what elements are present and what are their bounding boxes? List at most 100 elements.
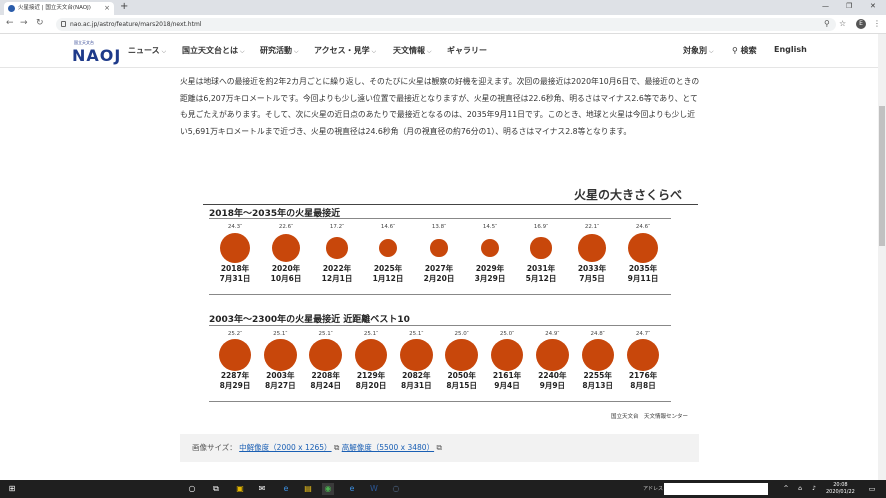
clock-date: 2020/01/22 — [826, 489, 855, 495]
zoom-icon[interactable]: ⚲ — [824, 19, 830, 28]
menu-gallery[interactable]: ギャラリー — [447, 45, 487, 56]
clock[interactable]: 20:08 2020/01/22 — [826, 482, 855, 496]
approach-month-day: 1月12日 — [372, 274, 404, 283]
word-icon[interactable]: W — [368, 483, 380, 495]
network-icon[interactable]: ⌂ — [794, 483, 806, 495]
taskbar-address-input[interactable] — [664, 483, 768, 495]
diameter-label: 24.8″ — [590, 331, 605, 337]
approach-month-day: 8月27日 — [265, 381, 296, 390]
approach-month-day: 7月31日 — [219, 274, 251, 283]
approach-year: 2208年 — [311, 371, 340, 380]
windows-start-icon[interactable]: ⊞ — [6, 483, 18, 495]
chrome-icon[interactable]: ◉ — [322, 483, 334, 495]
english-link[interactable]: English — [774, 45, 807, 54]
clock-time: 20:08 — [833, 482, 848, 488]
mars-disk — [530, 237, 552, 259]
high-res-link[interactable]: 高解像度（5500 x 3480） — [342, 443, 434, 452]
image-size-box: 画像サイズ： 中解像度（2000 x 1265） ⧉ 高解像度（5500 x 3… — [180, 434, 699, 462]
external-link-icon: ⧉ — [436, 443, 442, 452]
mars-disk — [400, 338, 433, 372]
mars-disk — [480, 238, 500, 258]
approach-date: 2050年 8月15日 — [440, 371, 484, 391]
mars-disk — [445, 338, 478, 372]
approach-year: 2176年 — [628, 371, 658, 380]
approach-date: 2255年 8月13日 — [576, 371, 620, 391]
approach-date: 2033年 7月5日 — [570, 264, 614, 284]
minimize-button[interactable]: — — [822, 2, 829, 10]
tab-title: 火星接近 | 国立天文台(NAOJ) — [18, 5, 91, 11]
notification-icon[interactable]: ▭ — [866, 483, 878, 495]
approach-year: 2255年 — [583, 371, 612, 380]
taskbar-search-icon[interactable]: ○ — [186, 483, 198, 495]
approach-date: 2027年 2月20日 — [417, 264, 461, 284]
menu-access[interactable]: アクセス・見学 ⌵ — [314, 45, 376, 56]
menu-kebab-icon[interactable]: ⋮ — [873, 19, 881, 28]
browser-tab[interactable]: 火星接近 | 国立天文台(NAOJ) × — [4, 2, 114, 15]
taskbar-address-label: アドレス — [643, 486, 664, 492]
explorer-icon[interactable]: ▤ — [302, 483, 314, 495]
url-input[interactable]: nao.ac.jp/astro/feature/mars2018/next.ht… — [56, 18, 836, 31]
approach-month-day: 8月13日 — [582, 381, 613, 390]
approach-month-day: 9月11日 — [627, 274, 659, 283]
mid-res-link[interactable]: 中解像度（2000 x 1265） — [239, 443, 331, 452]
maximize-button[interactable]: ❐ — [846, 2, 852, 10]
address-bar-row: ← → ↻ nao.ac.jp/astro/feature/mars2018/n… — [0, 15, 886, 34]
tab-strip: 火星接近 | 国立天文台(NAOJ) × + — ❐ ✕ — [0, 0, 886, 15]
approach-month-day: 8月8日 — [630, 381, 656, 390]
section2-heading: 2003年〜2300年の火星最接近 近距離ベスト10 — [209, 315, 410, 325]
approach-month-day: 10月6日 — [270, 274, 302, 283]
forward-icon[interactable]: → — [20, 18, 28, 28]
diameter-label: 14.6″ — [380, 224, 396, 230]
menu-audience[interactable]: 対象別 ⌵ — [683, 45, 714, 56]
figure-title-rule — [203, 204, 698, 205]
close-window-button[interactable]: ✕ — [870, 2, 876, 10]
naoj-logo[interactable]: 国立天文台 NAOJ — [72, 40, 121, 65]
mars-disk — [536, 338, 569, 372]
mars-size-figure: 火星の大きさくらべ 2018年〜2035年の火星最接近 24.3″ 2018年 7月… — [203, 186, 698, 426]
ie-icon[interactable]: e — [346, 483, 358, 495]
diameter-label: 13.8″ — [431, 224, 447, 230]
volume-icon[interactable]: ♪ — [808, 483, 820, 495]
menu-research[interactable]: 研究活動 ⌵ — [260, 45, 299, 56]
lock-icon — [61, 21, 66, 27]
store-icon[interactable]: ▣ — [234, 483, 246, 495]
approach-date: 2176年 8月8日 — [621, 371, 665, 391]
approach-date: 2003年 8月27日 — [258, 371, 302, 391]
scrollbar-thumb[interactable] — [879, 106, 885, 246]
approach-date: 2240年 9月9日 — [530, 371, 574, 391]
diameter-label: 24.9″ — [545, 331, 560, 337]
favicon-icon — [8, 5, 15, 12]
mars-disk — [626, 338, 660, 372]
approach-month-day: 2月20日 — [423, 274, 455, 283]
approach-year: 2022年 — [322, 264, 352, 273]
menu-astro-info[interactable]: 天文情報 ⌵ — [393, 45, 432, 56]
approach-year: 2029年 — [475, 264, 505, 273]
menu-news[interactable]: ニュース ⌵ — [128, 45, 166, 56]
approach-year: 2035年 — [628, 264, 658, 273]
mail-icon[interactable]: ✉ — [256, 483, 268, 495]
new-tab-button[interactable]: + — [120, 1, 128, 12]
search-link[interactable]: ⚲ 検索 — [732, 45, 757, 56]
bookmark-star-icon[interactable]: ☆ — [839, 19, 846, 28]
article-paragraph: 火星は地球への最接近を約2年2カ月ごとに繰り返し、そのたびに火星は観察の好機を迎… — [180, 77, 700, 136]
page-scrollbar[interactable] — [878, 34, 886, 480]
reload-icon[interactable]: ↻ — [36, 18, 44, 28]
diameter-label: 25.0″ — [454, 331, 469, 337]
close-tab-icon[interactable]: × — [104, 2, 110, 15]
app-icon[interactable]: ◌ — [390, 483, 402, 495]
approach-month-day: 8月24日 — [310, 381, 341, 390]
external-link-icon: ⧉ — [333, 443, 342, 452]
tray-chevron-icon[interactable]: ^ — [780, 483, 792, 495]
diameter-label: 24.3″ — [227, 224, 243, 230]
avatar[interactable]: E — [856, 19, 866, 29]
approach-date: 2029年 3月29日 — [468, 264, 512, 284]
menu-about[interactable]: 国立天文台とは ⌵ — [182, 45, 245, 56]
edge-icon[interactable]: e — [280, 483, 292, 495]
diameter-label: 22.1″ — [584, 224, 600, 230]
mars-disk — [581, 338, 614, 372]
approach-month-day: 8月29日 — [219, 381, 251, 390]
approach-year: 2018年 — [220, 264, 250, 273]
section2-bottom-rule — [209, 401, 671, 402]
back-icon[interactable]: ← — [6, 18, 14, 28]
task-view-icon[interactable]: ⧉ — [210, 483, 222, 495]
